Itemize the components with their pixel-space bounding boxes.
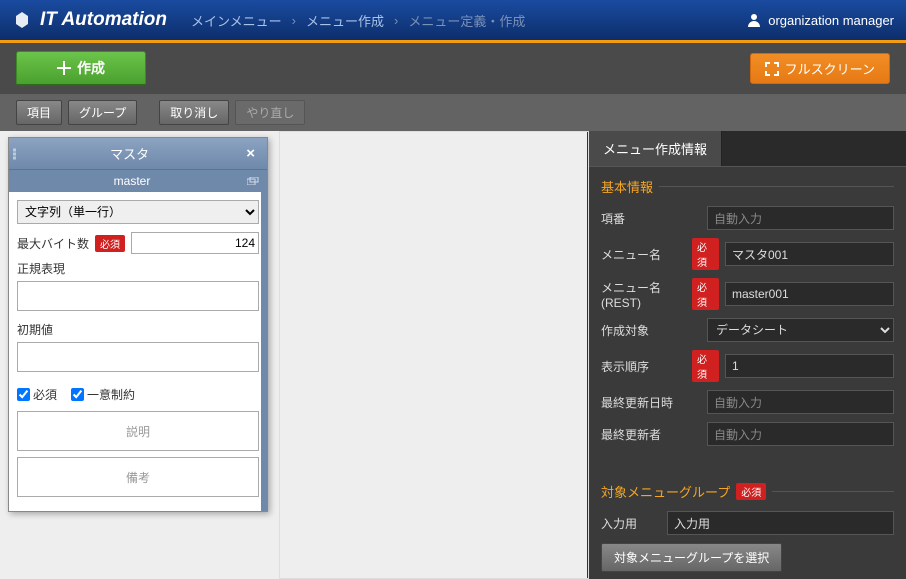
item-editor-panel: マスタ × master 文字列（単一行） 最大バイト数 必須 正規表現 初期値 (8, 137, 268, 512)
chevron-right-icon: › (394, 13, 398, 28)
item-no-input (707, 206, 894, 230)
menu-name-label: メニュー名 (601, 246, 686, 263)
main-toolbar: 作成 フルスクリーン (0, 43, 906, 94)
main-area: マスタ × master 文字列（単一行） 最大バイト数 必須 正規表現 初期値 (0, 131, 906, 579)
order-label: 表示順序 (601, 358, 686, 375)
close-icon[interactable]: × (242, 145, 259, 162)
item-title-bar[interactable]: マスタ × (9, 138, 267, 169)
order-input[interactable] (725, 354, 894, 378)
menu-rest-input[interactable] (725, 282, 894, 306)
user-icon (746, 12, 762, 28)
regex-input[interactable] (17, 281, 259, 311)
group-button[interactable]: グループ (68, 100, 137, 125)
app-title: IT Automation (40, 9, 167, 31)
breadcrumb-item-menu[interactable]: メニュー作成 (306, 11, 384, 30)
item-button[interactable]: 項目 (16, 100, 62, 125)
fullscreen-icon (765, 62, 779, 76)
user-menu[interactable]: organization manager (746, 12, 894, 28)
description-input[interactable]: 説明 (17, 411, 259, 451)
menu-rest-label: メニュー名(REST) (601, 279, 686, 310)
breadcrumb-item-current: メニュー定義・作成 (408, 11, 525, 30)
section-basic-info: 基本情報 項番 メニュー名 必須 メニュー名(REST) 必須 作成対象 データ… (589, 167, 906, 464)
required-badge: 必須 (692, 350, 719, 382)
required-badge: 必須 (692, 278, 719, 310)
item-subtitle-bar: master (9, 169, 267, 192)
updated-by-input (707, 422, 894, 446)
section-target-group: 対象メニューグループ 必須 入力用 対象メニューグループを選択 (589, 472, 906, 579)
remark-input[interactable]: 備考 (17, 457, 259, 497)
updated-at-input (707, 390, 894, 414)
item-body: 文字列（単一行） 最大バイト数 必須 正規表現 初期値 必須 一意制約 説明 備… (9, 192, 267, 511)
input-use-label: 入力用 (601, 515, 661, 532)
target-label: 作成対象 (601, 322, 701, 339)
copy-icon[interactable] (247, 177, 259, 185)
type-select[interactable]: 文字列（単一行） (17, 200, 259, 224)
updated-at-label: 最終更新日時 (601, 394, 701, 411)
menu-name-input[interactable] (725, 242, 894, 266)
default-label: 初期値 (17, 321, 259, 338)
tab-header: メニュー作成情報 (589, 131, 906, 167)
item-subtitle: master (17, 174, 247, 188)
breadcrumb-item-main[interactable]: メインメニュー (191, 11, 282, 30)
plus-icon (57, 61, 71, 75)
required-badge: 必須 (736, 483, 766, 500)
app-header: IT Automation メインメニュー › メニュー作成 › メニュー定義・… (0, 0, 906, 40)
regex-label: 正規表現 (17, 260, 259, 277)
breadcrumb: メインメニュー › メニュー作成 › メニュー定義・作成 (191, 11, 525, 30)
tab-menu-info[interactable]: メニュー作成情報 (589, 131, 722, 166)
required-badge: 必須 (692, 238, 719, 270)
required-checkbox[interactable]: 必須 (17, 386, 57, 403)
scrollbar[interactable] (261, 192, 267, 511)
logo-icon (12, 10, 32, 30)
fullscreen-button[interactable]: フルスクリーン (750, 53, 890, 84)
default-input[interactable] (17, 342, 259, 372)
updated-by-label: 最終更新者 (601, 426, 701, 443)
unique-checkbox[interactable]: 一意制約 (71, 386, 135, 403)
canvas[interactable]: マスタ × master 文字列（単一行） 最大バイト数 必須 正規表現 初期値 (0, 131, 588, 579)
redo-button: やり直し (235, 100, 305, 125)
sub-toolbar: 項目 グループ 取り消し やり直し (0, 94, 906, 131)
chevron-right-icon: › (292, 13, 296, 28)
max-bytes-input[interactable] (131, 232, 259, 254)
item-no-label: 項番 (601, 210, 701, 227)
max-bytes-label: 最大バイト数 (17, 235, 89, 252)
undo-button[interactable]: 取り消し (159, 100, 229, 125)
grid-column (279, 131, 589, 579)
input-use-input[interactable] (667, 511, 894, 535)
required-badge: 必須 (95, 235, 125, 252)
section-title-group: 対象メニューグループ 必須 (601, 482, 894, 501)
user-name: organization manager (768, 13, 894, 28)
section-title-basic: 基本情報 (601, 177, 894, 196)
target-select[interactable]: データシート (707, 318, 894, 342)
right-panel: メニュー作成情報 基本情報 項番 メニュー名 必須 メニュー名(REST) 必須… (588, 131, 906, 579)
item-title: マスタ (17, 144, 242, 163)
drag-handle-icon[interactable] (13, 148, 16, 159)
create-button[interactable]: 作成 (16, 51, 146, 86)
select-group-button[interactable]: 対象メニューグループを選択 (601, 543, 782, 572)
